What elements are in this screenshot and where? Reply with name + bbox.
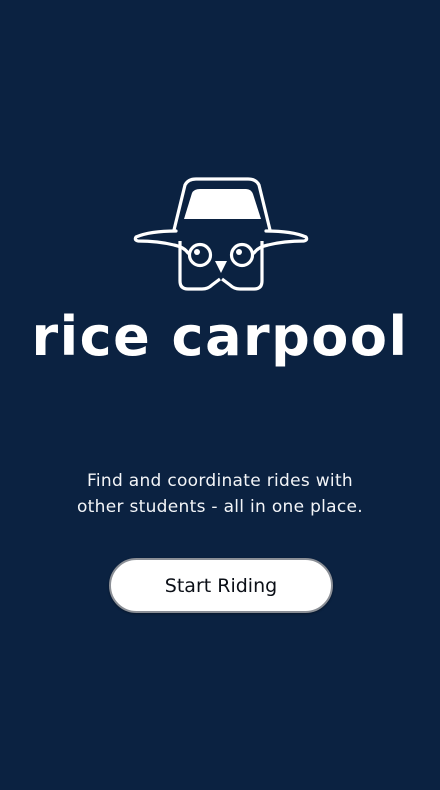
tagline-line-1: Find and coordinate rides with [87, 471, 353, 491]
owl-car-logo-icon [133, 177, 309, 291]
tagline-line-2: other students - all in one place. [76, 497, 364, 517]
tagline: Find and coordinate rides with other stu… [40, 468, 400, 520]
welcome-screen: rice carpool Find and coordinate rides w… [0, 0, 440, 790]
app-wordmark: rice carpool [31, 305, 409, 368]
start-riding-button[interactable]: Start Riding [109, 558, 333, 613]
